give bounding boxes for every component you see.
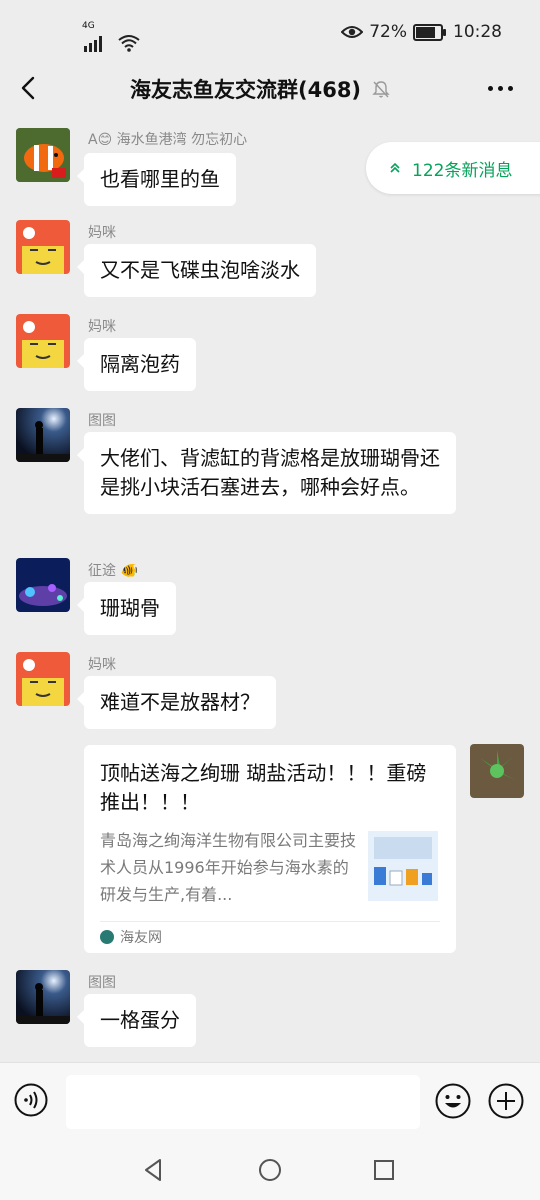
card-divider — [100, 921, 440, 922]
clock: 10:28 — [453, 22, 502, 42]
night-figure-avatar[interactable] — [16, 408, 70, 462]
chat-title: 海友志鱼友交流群(468) — [130, 78, 362, 102]
succulent-avatar[interactable] — [470, 744, 524, 798]
more-icon[interactable] — [488, 78, 518, 98]
battery-icon — [413, 23, 446, 41]
plus-icon[interactable] — [488, 1083, 524, 1119]
message-bubble[interactable]: 珊瑚骨 — [77, 582, 176, 635]
double-chevron-up-icon — [390, 162, 400, 173]
message-bubble[interactable]: 一格蛋分 — [77, 994, 196, 1047]
back-triangle-icon[interactable] — [140, 1156, 168, 1184]
input-bar — [0, 1062, 540, 1143]
sender-name: 图图 — [88, 413, 116, 429]
message-bubble[interactable]: 隔离泡药 — [77, 338, 196, 391]
message-bubble[interactable]: 又不是飞碟虫泡啥淡水 — [77, 244, 316, 297]
aquarium-avatar[interactable] — [16, 558, 70, 612]
card-source-label: 海友网 — [120, 930, 162, 946]
signal-icon — [82, 32, 108, 52]
night-figure-avatar[interactable] — [16, 970, 70, 1024]
status-bar: 4G 72% 10:28 — [0, 0, 540, 64]
message-bubble[interactable]: 难道不是放器材？ — [77, 676, 276, 729]
cartoon-avatar[interactable] — [16, 314, 70, 368]
cartoon-avatar[interactable] — [16, 220, 70, 274]
message-bubble[interactable]: 也看哪里的鱼 — [77, 153, 236, 206]
card-thumbnail — [368, 831, 438, 901]
system-navigation-bar — [0, 1142, 540, 1200]
sender-name: 图图 — [88, 975, 116, 991]
sender-name: 妈咪 — [88, 225, 116, 241]
new-messages-button[interactable]: 122条新消息 — [366, 142, 540, 194]
card-description: 青岛海之绚海洋生物有限公司主要技术人员从1996年开始参与海水素的研发与生产,有… — [100, 831, 357, 904]
message-input[interactable] — [66, 1075, 420, 1129]
shared-link-card[interactable]: 顶帖送海之绚珊 瑚盐活动！！！重磅推出！！！ 青岛海之绚海洋生物有限公司主要技术… — [84, 745, 456, 953]
status-right: 72% 10:28 — [341, 22, 502, 42]
voice-icon[interactable] — [14, 1083, 48, 1117]
emoji-icon[interactable] — [435, 1083, 471, 1119]
chat-title-group: 海友志鱼友交流群(468) — [130, 74, 391, 104]
sender-name: 妈咪 — [88, 657, 116, 673]
recents-square-icon[interactable] — [370, 1156, 398, 1184]
card-source: 海友网 — [100, 927, 162, 947]
new-messages-label: 122条新消息 — [412, 160, 513, 181]
sender-name: 妈咪 — [88, 319, 116, 335]
back-icon[interactable] — [14, 72, 44, 104]
message-bubble[interactable]: 大佬们、背滤缸的背滤格是放珊瑚骨还是挑小块活石塞进去，哪种会好点。 — [77, 432, 456, 514]
wifi-icon — [118, 35, 140, 52]
network-type-label: 4G — [82, 21, 95, 31]
sender-name: 征途 🐠 — [88, 563, 138, 579]
chat-list[interactable]: A😊 海水鱼港湾 勿忘初心 也看哪里的鱼 妈咪 又不是飞碟虫泡啥淡水 妈咪 隔离… — [0, 120, 540, 1062]
sender-name: A😊 海水鱼港湾 勿忘初心 — [88, 132, 248, 148]
home-circle-icon[interactable] — [256, 1156, 284, 1184]
signal-group: 4G — [82, 22, 140, 52]
mute-bell-icon — [372, 81, 390, 98]
card-title: 顶帖送海之绚珊 瑚盐活动！！！重磅推出！！！ — [100, 761, 427, 814]
cartoon-avatar[interactable] — [16, 652, 70, 706]
source-logo-icon — [100, 930, 114, 944]
battery-percent: 72% — [369, 22, 407, 42]
chat-header: 海友志鱼友交流群(468) — [0, 64, 540, 114]
eye-icon — [341, 26, 364, 38]
clownfish-avatar[interactable] — [16, 128, 70, 182]
